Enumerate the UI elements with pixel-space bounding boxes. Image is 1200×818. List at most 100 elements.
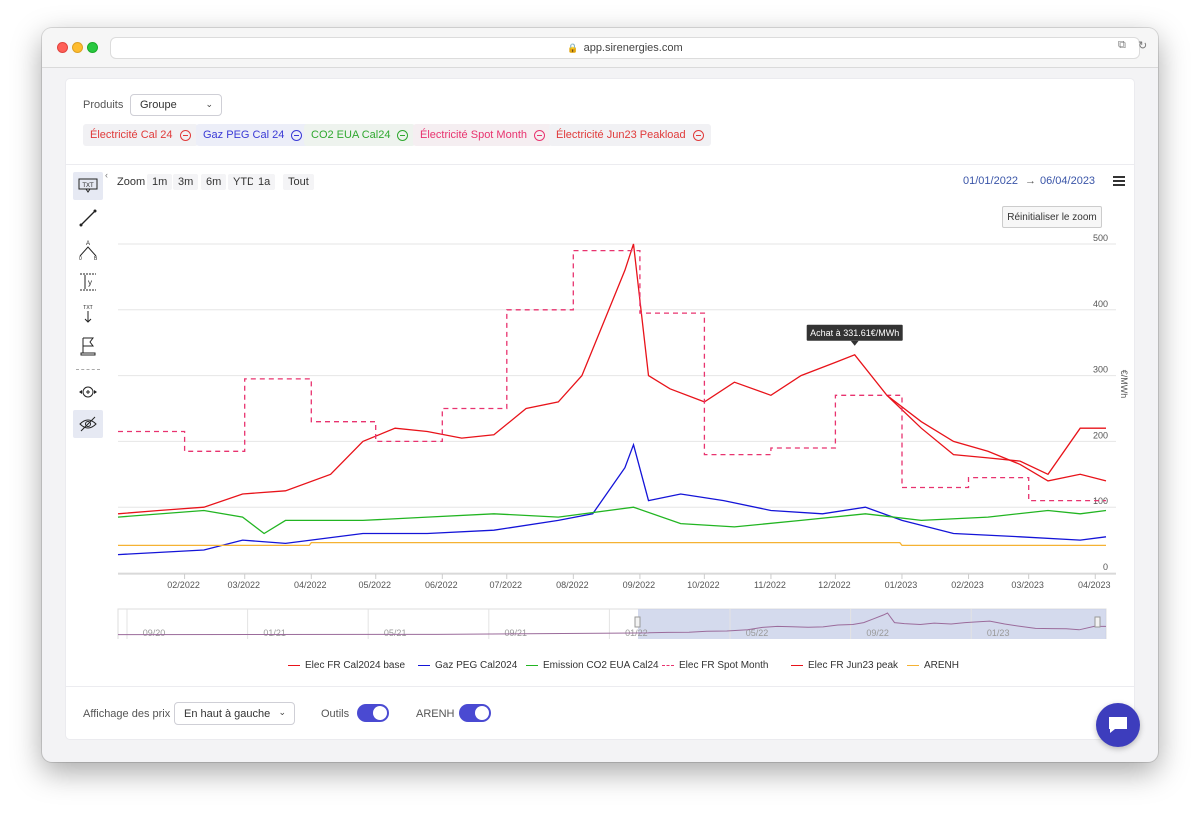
legend-item[interactable]: Elec FR Jun23 peak	[791, 660, 898, 671]
price-display-label: Affichage des prix	[83, 708, 171, 720]
svg-text:TXT: TXT	[83, 305, 92, 311]
range-to[interactable]: 06/04/2023	[1040, 175, 1095, 187]
legend-swatch	[288, 665, 300, 666]
line-icon[interactable]	[73, 204, 103, 232]
product-tag-label: Électricité Cal 24	[90, 129, 173, 141]
x-tick-label: 01/2023	[885, 580, 918, 590]
navigator-tick-label: 09/22	[866, 628, 889, 638]
remove-tag-icon[interactable]	[692, 129, 704, 141]
measure-y-icon[interactable]: y	[73, 268, 103, 296]
series-line	[118, 541, 1106, 547]
y-tick-label: 300	[1093, 365, 1108, 375]
product-tag-label: Électricité Jun23 Peakload	[556, 129, 686, 141]
chat-button[interactable]	[1096, 703, 1140, 747]
legend-swatch	[526, 665, 538, 666]
legend-swatch	[418, 665, 430, 666]
tooltip-text: Achat à 331.61€/MWh	[810, 328, 899, 338]
x-tick-label: 04/2022	[294, 580, 327, 590]
maximize-window-button[interactable]	[87, 42, 98, 53]
minimize-window-button[interactable]	[72, 42, 83, 53]
remove-tag-icon[interactable]	[534, 129, 545, 141]
navigator-tick-label: 05/22	[746, 628, 769, 638]
translate-icon[interactable]: ⧉	[1118, 39, 1126, 52]
legend-label: ARENH	[924, 660, 960, 671]
series-line	[886, 394, 1107, 482]
legend-item[interactable]: Elec FR Cal2024 base	[288, 660, 405, 671]
arenh-toggle[interactable]	[459, 704, 491, 722]
price-chart: 0 100 200 300 400 500 €/MWh 02/2022 03/2022 04/20…	[117, 233, 1129, 639]
flag-icon[interactable]	[73, 332, 103, 360]
tooltip-box	[806, 324, 903, 341]
range-from[interactable]: 01/01/2022	[963, 175, 1018, 187]
x-tick-label: 11/2022	[754, 580, 786, 590]
tools-toggle[interactable]	[357, 704, 389, 722]
text-arrow-icon[interactable]: TXT	[73, 300, 103, 328]
chart-menu-icon[interactable]	[1113, 176, 1125, 186]
address-bar[interactable]: 🔒 app.sirenergies.com	[110, 37, 1140, 59]
product-tag-label: CO2 EUA Cal24	[311, 129, 391, 141]
x-tick-label: 08/2022	[556, 580, 589, 590]
zoom-button-3m[interactable]: 3m	[173, 174, 199, 190]
zoom-button-tout[interactable]: Tout	[283, 174, 314, 190]
legend-swatch	[791, 665, 803, 666]
lock-icon: 🔒	[567, 42, 579, 53]
browser-titlebar: 🔒 app.sirenergies.com ⧉ ↻	[42, 28, 1158, 68]
legend-label: Emission CO2 EUA Cal24	[543, 660, 659, 671]
remove-tag-icon[interactable]	[397, 129, 409, 141]
y-tick-label: 500	[1093, 233, 1108, 243]
tooltip-pointer	[850, 340, 859, 346]
product-tag: CO2 EUA Cal24	[304, 124, 416, 146]
series-line	[118, 249, 1106, 502]
y-axis-label: €/MWh	[1119, 370, 1129, 399]
navigator-series	[117, 612, 1106, 636]
hide-eye-icon[interactable]	[73, 410, 103, 438]
svg-text:A: A	[86, 241, 90, 247]
legend-item[interactable]: Gaz PEG Cal2024	[418, 660, 517, 671]
tools-toggle-label: Outils	[321, 708, 350, 720]
close-window-button[interactable]	[57, 42, 68, 53]
x-tick-label: 07/2022	[489, 580, 522, 590]
price-display-select[interactable]: En haut à gauche ⌄	[174, 702, 295, 725]
remove-tag-icon[interactable]	[179, 129, 191, 141]
collapse-toolbar-icon[interactable]: ‹	[105, 170, 108, 180]
triangle-abc-icon[interactable]: A 0 B	[73, 236, 103, 264]
products-label: Produits	[83, 99, 124, 111]
zoom-button-1m[interactable]: 1m	[147, 174, 173, 190]
svg-text:TXT: TXT	[82, 183, 94, 189]
series-line	[117, 442, 1107, 556]
series-line	[117, 243, 1106, 515]
legend-item[interactable]: ARENH	[907, 660, 959, 671]
reload-icon[interactable]: ↻	[1138, 39, 1147, 52]
group-select[interactable]: Groupe ⌄	[130, 94, 222, 116]
zoom-label: Zoom	[117, 176, 146, 188]
remove-tag-icon[interactable]	[291, 129, 303, 141]
url-text: app.sirenergies.com	[583, 42, 683, 54]
zoom-button-1a[interactable]: 1a	[253, 174, 276, 190]
x-tick-label: 05/2022	[358, 580, 391, 590]
product-tag-label: Gaz PEG Cal 24	[203, 129, 285, 141]
x-tick-label: 02/2023	[951, 580, 984, 590]
y-tick-label: 0	[1103, 562, 1108, 572]
zoom-pan-icon[interactable]	[73, 378, 103, 406]
navigator-tick-label: 01/23	[987, 628, 1010, 638]
legend-label: Elec FR Jun23 peak	[808, 660, 899, 671]
group-select-value: Groupe	[140, 99, 177, 111]
main-card: Produits Groupe ⌄ Électricité Cal 24 Gaz …	[66, 79, 1134, 739]
navigator-handle-right	[1094, 616, 1101, 628]
product-tag: Électricité Cal 24	[83, 124, 198, 146]
legend-item[interactable]: Elec FR Spot Month	[662, 660, 768, 671]
legend-label: Gaz PEG Cal2024	[435, 660, 518, 671]
range-arrow: →	[1025, 175, 1036, 187]
chevron-down-icon: ⌄	[205, 99, 213, 109]
divider	[66, 164, 1134, 165]
x-tick-label: 02/2022	[167, 580, 200, 590]
footer-divider	[66, 686, 1134, 687]
text-label-icon[interactable]: TXT	[73, 172, 103, 200]
x-tick-label: 03/2023	[1011, 580, 1044, 590]
legend-item[interactable]: Emission CO2 EUA Cal24	[526, 660, 659, 671]
zoom-button-6m[interactable]: 6m	[201, 174, 227, 190]
product-tag: Électricité Spot Month	[413, 124, 552, 146]
reset-zoom-button[interactable]: Réinitialiser le zoom	[1002, 206, 1102, 228]
y-tick-label: 200	[1093, 430, 1108, 440]
x-tick-label: 10/2022	[687, 580, 720, 590]
